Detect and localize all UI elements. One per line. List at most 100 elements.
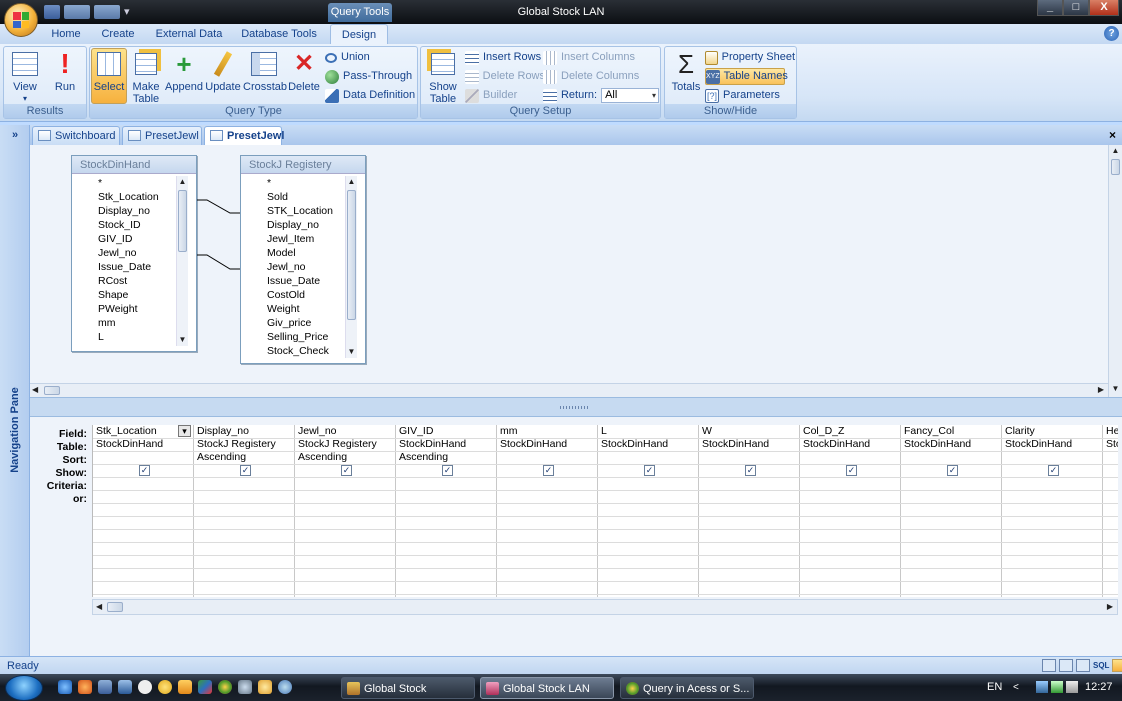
pane-splitter[interactable] [30,397,1122,417]
return-select[interactable]: All ▾ [601,88,659,103]
desktop-icon[interactable] [98,680,112,694]
tool-icon[interactable] [238,680,252,694]
redo-icon[interactable] [94,5,120,19]
start-button[interactable] [5,675,43,701]
grid-criteria-cell[interactable] [598,477,698,490]
show-table-button[interactable]: Show Table [423,49,463,105]
tab-home[interactable]: Home [44,24,88,44]
grid-table-cell[interactable]: StockJ Registery [295,438,395,451]
doc-tab-presetjewl-2[interactable]: PresetJewl [204,126,284,145]
scroll-thumb[interactable] [178,190,187,252]
grid-field-cell[interactable]: W [699,425,799,438]
minimize-button[interactable]: _ [1037,0,1063,16]
grid-table-cell[interactable]: Sto [1103,438,1118,451]
grid-or-cell[interactable] [396,490,496,503]
scroll-up-icon[interactable]: ▲ [1109,145,1122,157]
grid-or-cell[interactable] [295,490,395,503]
append-button[interactable]: + Append [165,49,203,93]
scroll-right-icon[interactable]: ▶ [1107,602,1113,611]
grid-criteria-cell[interactable] [699,477,799,490]
maximize-button[interactable]: □ [1063,0,1089,16]
grid-criteria-cell[interactable] [497,477,597,490]
language-indicator[interactable]: EN [987,674,1002,701]
show-checkbox[interactable]: ✓ [846,465,857,476]
grid-sort-cell[interactable] [598,451,698,464]
firefox-icon[interactable] [78,680,92,694]
ie-icon[interactable] [58,680,72,694]
union-button[interactable]: Union [325,49,417,66]
design-pane-horizontal-scrollbar[interactable]: ◀ ▶ [30,383,1108,397]
grid-sort-cell[interactable]: Ascending [295,451,395,464]
delete-columns-button[interactable]: Delete Columns [543,68,659,85]
tray-expand-icon[interactable]: < [1013,674,1019,701]
grid-sort-cell[interactable] [699,451,799,464]
join-line-display-no[interactable] [197,199,240,214]
grid-table-cell[interactable]: StockDinHand [396,438,496,451]
nav-pane-label[interactable]: Navigation Pane [0,365,30,495]
make-table-button[interactable]: Make Table [129,49,163,105]
tab-database-tools[interactable]: Database Tools [236,24,322,44]
taskbar-global-stock[interactable]: Global Stock [341,677,475,699]
pivottable-view-icon[interactable] [1059,659,1073,672]
scroll-down-icon[interactable]: ▼ [177,334,188,346]
show-checkbox[interactable]: ✓ [745,465,756,476]
grid-table-cell[interactable]: StockDinHand [1002,438,1102,451]
scroll-down-icon[interactable]: ▼ [1109,383,1122,395]
grid-or-cell[interactable] [800,490,900,503]
delete-query-button[interactable]: ✕ Delete [287,49,321,94]
property-sheet-button[interactable]: Property Sheet [705,49,795,66]
update-button[interactable]: Update [205,49,241,93]
grid-field-cell[interactable]: Jewl_no [295,425,395,438]
tray-volume-icon[interactable] [1066,681,1078,693]
grid-table-cell[interactable]: StockDinHand [598,438,698,451]
datasheet-view-icon[interactable] [1042,659,1056,672]
taskbar-global-stock-lan[interactable]: Global Stock LAN [480,677,614,699]
data-definition-button[interactable]: Data Definition [325,87,417,104]
scroll-right-icon[interactable]: ▶ [1098,385,1104,394]
customize-qat-icon[interactable]: ▾ [124,5,134,19]
doc-tab-switchboard[interactable]: Switchboard [32,126,120,145]
taskbar-query-in-access[interactable]: Query in Acess or S... [620,677,754,699]
grid-field-cell[interactable]: He [1103,425,1118,438]
design-view-icon[interactable] [1112,659,1122,672]
run-button[interactable]: ! Run [46,49,84,94]
grid-field-cell[interactable]: Col_D_Z [800,425,900,438]
grid-table-cell[interactable]: StockDinHand [699,438,799,451]
undo-icon[interactable] [64,5,90,19]
view-button[interactable]: View ▾ [6,49,44,105]
show-checkbox[interactable]: ✓ [442,465,453,476]
grid-criteria-cell[interactable] [1103,477,1118,490]
scroll-thumb[interactable] [1111,159,1120,175]
scroll-thumb[interactable] [44,386,60,395]
grid-field-cell[interactable]: Fancy_Col [901,425,1001,438]
grid-sort-cell[interactable] [1103,451,1118,464]
show-checkbox[interactable]: ✓ [543,465,554,476]
grid-field-cell[interactable]: mm [497,425,597,438]
window-switcher-icon[interactable] [118,680,132,694]
grid-table-cell[interactable]: StockDinHand [93,438,193,451]
nav-pane-toggle-button[interactable]: » [0,125,30,145]
grid-sort-cell[interactable] [901,451,1001,464]
builder-button[interactable]: Builder [465,87,545,104]
grid-field-cell[interactable]: Clarity [1002,425,1102,438]
grid-horizontal-scrollbar[interactable]: ◀ ▶ [92,599,1118,615]
grid-or-cell[interactable] [598,490,698,503]
field-list-scrollbar[interactable]: ▲ ▼ [176,176,188,346]
close-button[interactable]: X [1089,0,1119,16]
grid-sort-cell[interactable]: Ascending [194,451,294,464]
pivotchart-view-icon[interactable] [1076,659,1090,672]
delete-rows-button[interactable]: Delete Rows [465,68,545,85]
select-query-button[interactable]: Select [91,48,127,104]
office-button[interactable] [4,3,38,37]
grid-or-cell[interactable] [93,490,193,503]
join-line-jewl-no[interactable] [197,254,240,270]
pass-through-button[interactable]: Pass-Through [325,68,417,85]
show-checkbox[interactable]: ✓ [644,465,655,476]
grid-sort-cell[interactable] [800,451,900,464]
crosstab-button[interactable]: Crosstab [243,49,287,93]
network-icon[interactable] [278,680,292,694]
query-design-grid[interactable]: Stk_Location ▾ StockDinHand ✓ Display_no Stoc… [92,425,1118,597]
insert-rows-button[interactable]: Insert Rows [465,49,545,66]
chrome-icon[interactable] [218,680,232,694]
show-checkbox[interactable]: ✓ [240,465,251,476]
